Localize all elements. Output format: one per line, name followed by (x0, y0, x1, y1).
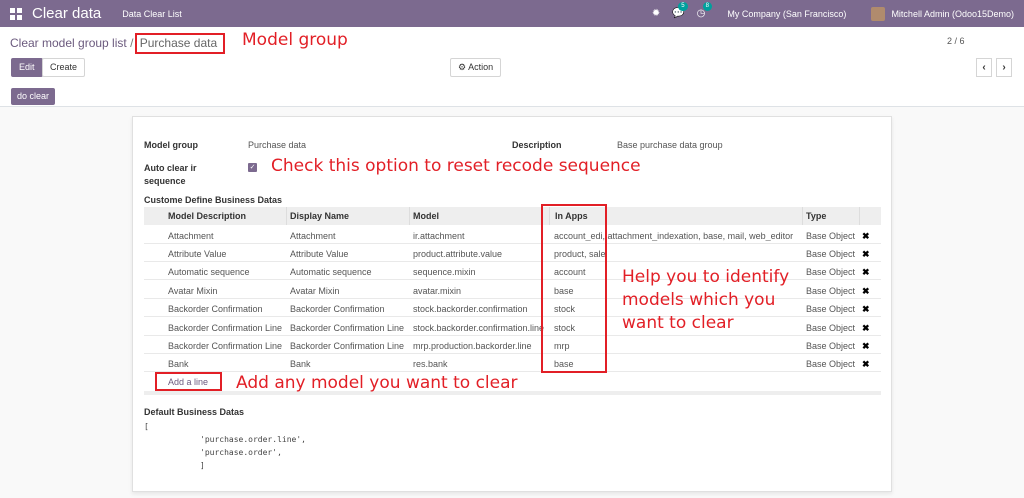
cell-type: Base Object (806, 341, 856, 351)
cell-display-name: Backorder Confirmation Line (290, 323, 405, 333)
cell-model: res.bank (413, 359, 448, 369)
cell-display-name: Attribute Value (290, 249, 349, 259)
pager-next-icon[interactable]: › (996, 58, 1012, 77)
cell-model-description: Bank (168, 359, 189, 369)
delete-row-icon[interactable]: ✖ (862, 231, 870, 242)
annotation-model-group: Model group (242, 30, 348, 50)
edit-button[interactable]: Edit (11, 58, 43, 77)
cell-type: Base Object (806, 286, 856, 296)
top-navbar: Clear data Data Clear List ✹ 💬 5 ◷ 8 My Co… (0, 0, 1024, 27)
bug-icon[interactable]: ✹ (652, 8, 660, 19)
app-menu-icon[interactable] (10, 7, 22, 20)
action-button[interactable]: ⚙ Action (450, 58, 502, 77)
cell-type: Base Object (806, 304, 856, 314)
cell-type: Base Object (806, 323, 856, 333)
model-group-label: Model group (144, 140, 198, 150)
pager-previous-icon[interactable]: ‹ (976, 58, 992, 77)
user-menu[interactable]: Mitchell Admin (Odoo15Demo) (891, 9, 1014, 19)
auto-clear-checkbox[interactable]: ✓ (248, 163, 257, 172)
chat-icon[interactable]: 💬 5 (672, 2, 688, 19)
breadcrumb: Clear model group list / Purchase data (10, 33, 226, 54)
gear-icon: ⚙ (458, 62, 469, 72)
annotation-help-3: want to clear (622, 313, 734, 333)
cell-type: Base Object (806, 267, 856, 277)
section-default-title: Default Business Datas (144, 407, 245, 417)
annotation-check-option: Check this option to reset recode sequen… (271, 156, 641, 176)
cell-model: sequence.mixin (413, 267, 476, 277)
default-code-line: 'purchase.order.line', (200, 435, 306, 444)
create-button[interactable]: Create (42, 58, 86, 77)
breadcrumb-parent[interactable]: Clear model group list (10, 36, 127, 50)
delete-row-icon[interactable]: ✖ (862, 286, 870, 297)
column-divider (409, 207, 410, 225)
cell-type: Base Object (806, 359, 856, 369)
cell-type: Base Object (806, 231, 856, 241)
delete-row-icon[interactable]: ✖ (862, 359, 870, 370)
delete-row-icon[interactable]: ✖ (862, 267, 870, 278)
app-name[interactable]: Clear data (32, 5, 101, 22)
cell-model-description: Automatic sequence (168, 267, 250, 277)
section-custom-title: Custome Define Business Datas (144, 195, 283, 205)
delete-row-icon[interactable]: ✖ (862, 341, 870, 352)
annotation-add-model: Add any model you want to clear (236, 373, 518, 393)
cell-model-description: Attribute Value (168, 249, 227, 259)
menu-data-clear-list[interactable]: Data Clear List (122, 9, 182, 19)
model-group-field[interactable]: Purchase data (248, 140, 306, 150)
auto-clear-label-2: sequence (144, 176, 186, 186)
delete-row-icon[interactable]: ✖ (862, 323, 870, 334)
auto-clear-label: Auto clear ir (144, 163, 197, 173)
cell-model-description: Avatar Mixin (168, 286, 218, 296)
cell-model: ir.attachment (413, 231, 465, 241)
col-display-name[interactable]: Display Name (290, 211, 349, 221)
cell-display-name: Bank (290, 359, 311, 369)
action-label: Action (468, 62, 494, 72)
chat-badge: 5 (678, 2, 688, 11)
default-code-line: ] (200, 461, 205, 470)
annotation-help-2: models which you (622, 290, 776, 310)
cell-display-name: Automatic sequence (290, 267, 372, 277)
cell-model: stock.backorder.confirmation.line (413, 323, 545, 333)
cell-type: Base Object (806, 249, 856, 259)
cell-model-description: Backorder Confirmation (168, 304, 263, 314)
description-label: Description (512, 140, 562, 150)
cell-display-name: Attachment (290, 231, 336, 241)
in-apps-highlight (541, 204, 607, 373)
cell-display-name: Backorder Confirmation Line (290, 341, 405, 351)
activity-badge: 8 (702, 2, 712, 11)
cell-model-description: Attachment (168, 231, 214, 241)
cell-model-description: Backorder Confirmation Line (168, 341, 283, 351)
cell-model: stock.backorder.confirmation (413, 304, 528, 314)
delete-row-icon[interactable]: ✖ (862, 304, 870, 315)
delete-row-icon[interactable]: ✖ (862, 249, 870, 260)
cell-display-name: Backorder Confirmation (290, 304, 385, 314)
cell-model-description: Backorder Confirmation Line (168, 323, 283, 333)
col-model[interactable]: Model (413, 211, 439, 221)
default-code-line: [ (144, 422, 149, 431)
breadcrumb-current: Purchase data (134, 33, 226, 54)
breadcrumb-separator: / (130, 36, 134, 50)
column-divider (286, 207, 287, 225)
cell-model: product.attribute.value (413, 249, 503, 259)
add-line-link[interactable]: Add a line (168, 377, 208, 387)
cell-model: mrp.production.backorder.line (413, 341, 532, 351)
cell-model: avatar.mixin (413, 286, 462, 296)
do-clear-button[interactable]: do clear (11, 88, 56, 105)
cell-display-name: Avatar Mixin (290, 286, 340, 296)
default-code-line: 'purchase.order', (200, 448, 282, 457)
annotation-help-1: Help you to identify (622, 267, 790, 287)
column-divider (802, 207, 803, 225)
col-model-description[interactable]: Model Description (168, 211, 246, 221)
company-switcher[interactable]: My Company (San Francisco) (727, 9, 846, 19)
avatar[interactable] (871, 6, 886, 21)
table-header (144, 207, 881, 225)
control-panel: Clear model group list / Purchase data M… (0, 27, 1024, 107)
col-type[interactable]: Type (806, 211, 826, 221)
column-divider (859, 207, 860, 225)
description-field[interactable]: Base purchase data group (617, 140, 723, 150)
clock-icon[interactable]: ◷ 8 (697, 2, 712, 19)
pager-value[interactable]: 2 / 6 (947, 36, 965, 46)
